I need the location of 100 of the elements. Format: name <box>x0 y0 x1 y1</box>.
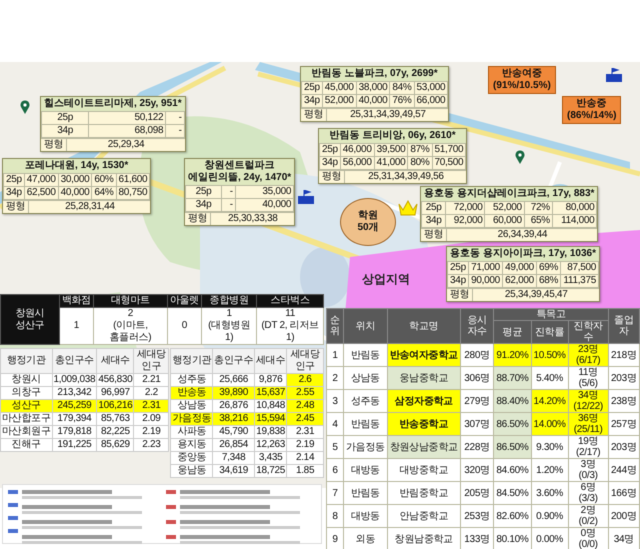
floor-plan-label: 평형 <box>447 289 474 301</box>
table-cell: 40,000 <box>235 198 294 212</box>
table-cell: 창원상남중학교 <box>387 436 460 458</box>
table-cell: 203명 <box>608 366 640 390</box>
callout-title: 힐스테이트트리마제, 25y, 951* <box>41 97 185 111</box>
table-cell: 진해구 <box>0 438 52 452</box>
table-cell: 7 <box>326 482 344 504</box>
table-cell: 80,000 <box>552 202 597 214</box>
table-cell: 200명 <box>608 504 640 528</box>
table-cell: 34p <box>422 214 446 228</box>
table-cell: 111,375 <box>560 274 598 288</box>
column-header: 특목고 <box>494 308 608 320</box>
column-header: 행정기관 <box>0 348 52 374</box>
table-cell: 40,000 <box>58 186 92 200</box>
table-cell: 1 <box>59 308 94 344</box>
column-header: 학교명 <box>387 308 460 344</box>
table-cell: 56,000 <box>340 156 374 170</box>
table-cell: - <box>166 112 184 124</box>
table-cell: 창원남중학교 <box>387 528 460 549</box>
table-cell: 88.40% <box>494 390 531 412</box>
table-cell: 3명 (0/3) <box>568 458 608 482</box>
column-header: 행정기관 <box>170 348 213 374</box>
table-cell: 14.20% <box>531 390 568 412</box>
map-pin-icon <box>515 150 525 164</box>
table-cell: 53,000 <box>414 82 448 94</box>
table-cell: 2 <box>326 366 344 390</box>
table-cell: 90,000 <box>468 274 502 288</box>
table-cell: 85,629 <box>96 438 134 452</box>
table-cell: 84.50% <box>494 482 531 504</box>
table-cell: 41,000 <box>374 156 408 170</box>
table-cell: 반림동 <box>344 482 388 504</box>
table-cell: 80.10% <box>494 528 531 549</box>
table-cell: 25p <box>320 144 340 156</box>
callout-title: 용호동 용지더샵레이크파크, 17y, 883* <box>421 187 598 201</box>
table-cell: 반림중학교 <box>387 482 460 504</box>
table-cell: 반송여자중학교 <box>387 344 460 366</box>
column-header: 세대수 <box>254 348 287 374</box>
table-cell: 60% <box>92 174 116 186</box>
column-header: 평균 <box>494 320 531 344</box>
table-cell: 218명 <box>608 344 640 366</box>
table-cell: 46,000 <box>340 144 374 156</box>
table-cell: 38,000 <box>356 82 390 94</box>
table-cell: 안남중학교 <box>387 504 460 528</box>
table-cell: 91.20% <box>494 344 531 366</box>
table-cell: 6명 (3/3) <box>568 482 608 504</box>
table-cell: 14.00% <box>531 412 568 436</box>
table-cell: 34p <box>42 124 89 138</box>
column-header: 졸업자 <box>608 308 640 344</box>
table-cell: 25p <box>4 174 24 186</box>
floor-plan-sizes: 26,34,39,44 <box>496 229 548 241</box>
table-cell: 92,000 <box>446 214 485 228</box>
table-cell: 2.23 <box>134 438 169 452</box>
floor-plan-label: 평형 <box>301 109 328 121</box>
table-cell: 76% <box>390 94 414 108</box>
table-cell: 30,000 <box>58 174 92 186</box>
table-cell: 34p <box>320 156 340 170</box>
table-cell: 40,000 <box>356 94 390 108</box>
table-cell: 34p <box>4 186 24 200</box>
table-cell: 87,500 <box>560 262 598 274</box>
table-cell: 238명 <box>608 390 640 412</box>
table-cell: 8 <box>326 504 344 528</box>
table-cell: 49,000 <box>502 262 536 274</box>
table-cell: 88.70% <box>494 366 531 390</box>
column-header: 진학자수 <box>568 320 608 344</box>
table-cell: 웅남동 <box>170 464 213 478</box>
table-cell: 36명 (25/11) <box>568 412 608 436</box>
column-header: 백화점 <box>59 294 94 308</box>
floor-plan-label: 평형 <box>185 213 212 225</box>
table-cell: 성주동 <box>344 390 388 412</box>
table-cell: 2명 (0/2) <box>568 504 608 528</box>
table-cell: 25p <box>42 112 89 124</box>
table-cell: 2.55 <box>286 386 324 400</box>
table-cell: 가음정동 <box>344 436 388 458</box>
table-cell: 50,122 <box>88 112 166 124</box>
callout-title: 용호동 용지아이파크, 17y, 1036* <box>447 247 599 261</box>
table-cell: 9.30% <box>531 436 568 458</box>
flag-icon <box>606 68 622 82</box>
table-cell: 244명 <box>608 458 640 482</box>
table-cell: 대방동 <box>344 504 388 528</box>
table-cell: 34명 (12/22) <box>568 390 608 412</box>
table-cell: 6 <box>326 458 344 482</box>
table-cell: 19명 (2/17) <box>568 436 608 458</box>
column-header: 응시자수 <box>460 308 494 344</box>
table-cell: 34,619 <box>212 464 255 478</box>
floor-plan-sizes: 25,30,33,38 <box>227 213 279 225</box>
table-cell: - <box>221 198 236 212</box>
table-cell: 68% <box>536 274 561 288</box>
table-cell: 87% <box>408 144 432 156</box>
table-cell: 대방중학교 <box>387 458 460 482</box>
table-cell: 80% <box>408 156 432 170</box>
column-header: 위치 <box>344 308 388 344</box>
table-cell: 52,000 <box>484 202 524 214</box>
column-header: 진학률 <box>531 320 568 344</box>
table-cell: 86.50% <box>494 412 531 436</box>
table-cell: 34p <box>448 274 468 288</box>
table-cell: 166명 <box>608 482 640 504</box>
table-cell: 25p <box>422 202 446 214</box>
table-cell: 23명 (6/17) <box>568 344 608 366</box>
table-cell: 34p <box>302 94 322 108</box>
table-cell: 삼정자중학교 <box>387 390 460 412</box>
